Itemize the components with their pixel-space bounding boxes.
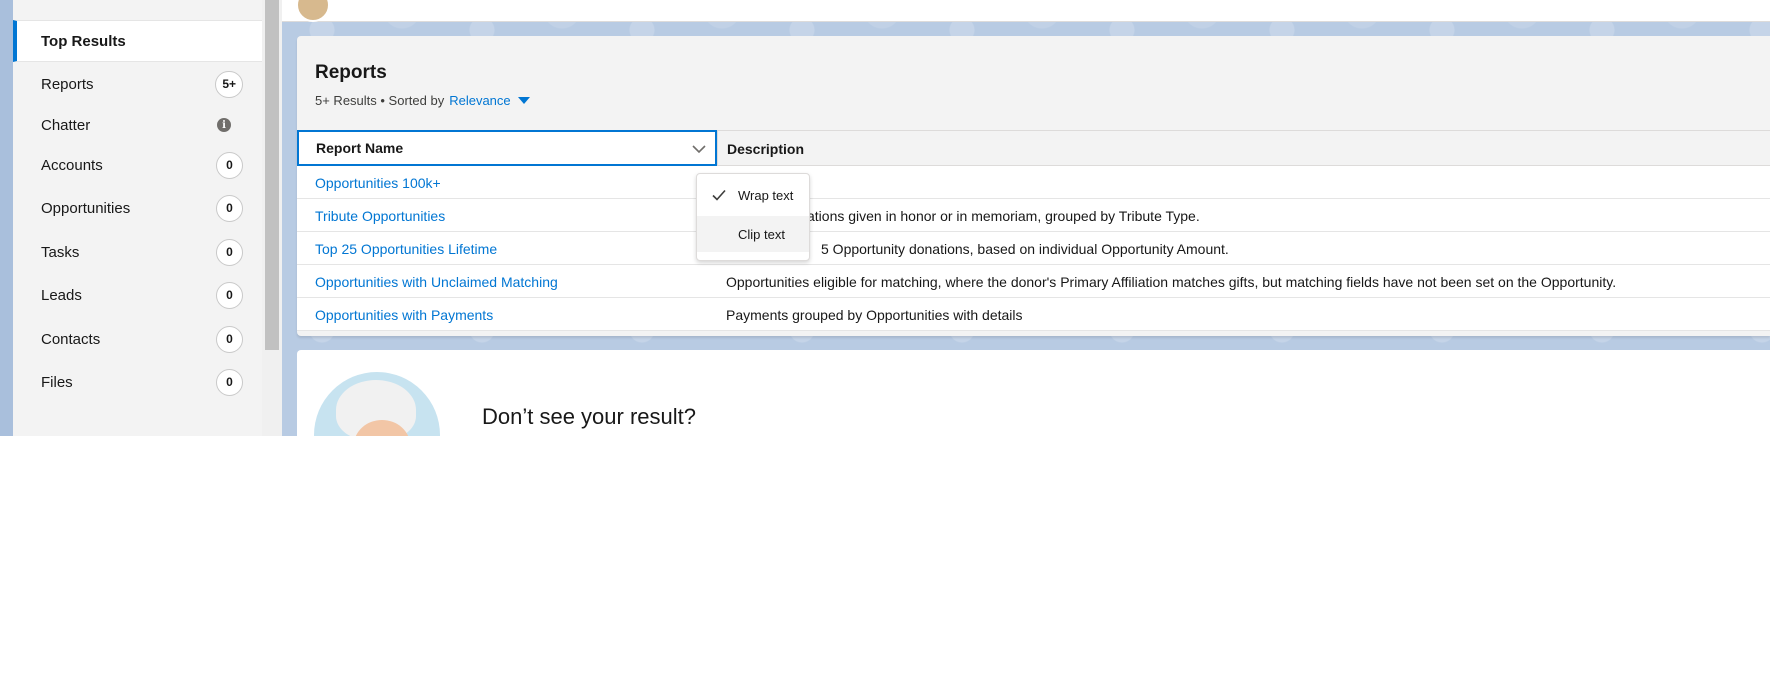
- sidebar-item-label: Files: [41, 373, 73, 391]
- astro-illustration: [314, 372, 440, 436]
- info-icon: i: [217, 118, 231, 132]
- column-header-report-name[interactable]: Report Name: [297, 130, 717, 166]
- caret-down-icon[interactable]: [517, 97, 530, 104]
- table-row: Top 25 Opportunities Lifetime 5 Opportun…: [297, 232, 1770, 265]
- count-badge: 0: [216, 238, 243, 266]
- sidebar-item-accounts[interactable]: Accounts 0: [13, 141, 262, 189]
- table-row: Tribute Opportunities ations given in ho…: [297, 199, 1770, 232]
- sidebar-scrollbar[interactable]: [262, 0, 282, 436]
- results-table: Report Name Description Opportunities 10…: [297, 130, 1770, 331]
- sidebar-item-top-results[interactable]: Top Results: [13, 20, 262, 62]
- report-link[interactable]: Tribute Opportunities: [315, 199, 445, 232]
- main-content: Reports 5+ Results • Sorted by Relevance…: [282, 0, 1770, 436]
- report-description: Opportunities eligible for matching, whe…: [726, 273, 1617, 290]
- sidebar-item-label: Accounts: [41, 156, 103, 174]
- menu-item-wrap-text[interactable]: Wrap text: [697, 177, 809, 213]
- top-banner: [282, 0, 1770, 22]
- sidebar-item-leads[interactable]: Leads 0: [13, 271, 262, 319]
- viewport: Top Results Reports 5+ Chatter i Account…: [0, 0, 1770, 436]
- sort-relevance-link[interactable]: Relevance: [449, 93, 510, 108]
- report-description: 5 Opportunity donations, based on indivi…: [821, 240, 1229, 257]
- count-badge: 5+: [215, 70, 243, 98]
- table-row: Opportunities with Unclaimed Matching Op…: [297, 265, 1770, 298]
- scrollbar-thumb[interactable]: [265, 0, 279, 350]
- results-count: 5+ Results • Sorted by: [315, 93, 445, 108]
- sidebar-item-label: Contacts: [41, 330, 101, 348]
- count-badge: 0: [216, 368, 243, 396]
- column-header-label: Description: [727, 140, 805, 157]
- sidebar-item-opportunities[interactable]: Opportunities 0: [13, 184, 262, 232]
- report-description: ations given in honor or in memoriam, gr…: [807, 207, 1200, 224]
- reports-results-card: Reports 5+ Results • Sorted by Relevance…: [297, 36, 1770, 336]
- table-row: Opportunities 100k+: [297, 166, 1770, 199]
- sidebar-item-tasks[interactable]: Tasks 0: [13, 228, 262, 276]
- chevron-down-icon[interactable]: [691, 141, 707, 157]
- report-link[interactable]: Opportunities with Unclaimed Matching: [315, 265, 558, 298]
- count-badge: 0: [216, 151, 243, 179]
- column-header-description[interactable]: Description: [717, 131, 1770, 166]
- search-results-sidebar: Top Results Reports 5+ Chatter i Account…: [13, 0, 262, 436]
- sidebar-item-label: Leads: [41, 286, 82, 304]
- page-title: Reports: [315, 62, 387, 83]
- sidebar-item-label: Chatter: [41, 116, 91, 134]
- column-actions-menu: Wrap text Clip text: [696, 173, 810, 261]
- table-row: Opportunities with Payments Payments gro…: [297, 298, 1770, 331]
- menu-item-label: Clip text: [738, 226, 785, 242]
- report-link[interactable]: Top 25 Opportunities Lifetime: [315, 232, 497, 265]
- sidebar-item-files[interactable]: Files 0: [13, 358, 262, 406]
- count-badge: 0: [216, 325, 243, 353]
- empty-state-title: Don’t see your result?: [482, 404, 696, 429]
- column-header-label: Report Name: [316, 140, 404, 156]
- report-link[interactable]: Opportunities with Payments: [315, 298, 493, 331]
- menu-item-clip-text[interactable]: Clip text: [697, 216, 809, 252]
- sidebar-item-label: Reports: [41, 75, 94, 93]
- empty-state-card: Don’t see your result?: [297, 350, 1770, 436]
- count-badge: 0: [216, 194, 243, 222]
- table-header: Report Name Description: [297, 130, 1770, 166]
- sidebar-item-contacts[interactable]: Contacts 0: [13, 315, 262, 363]
- count-badge: 0: [216, 281, 243, 309]
- left-edge-strip: [0, 0, 13, 436]
- sidebar-item-label: Opportunities: [41, 199, 131, 217]
- check-icon: [712, 189, 726, 201]
- report-description: Payments grouped by Opportunities with d…: [726, 306, 1023, 323]
- menu-item-label: Wrap text: [738, 187, 794, 203]
- report-link[interactable]: Opportunities 100k+: [315, 166, 441, 199]
- results-summary: 5+ Results • Sorted by Relevance: [315, 93, 530, 108]
- sidebar-item-label: Top Results: [41, 32, 126, 50]
- sidebar-item-label: Tasks: [41, 243, 80, 261]
- avatar: [296, 0, 330, 22]
